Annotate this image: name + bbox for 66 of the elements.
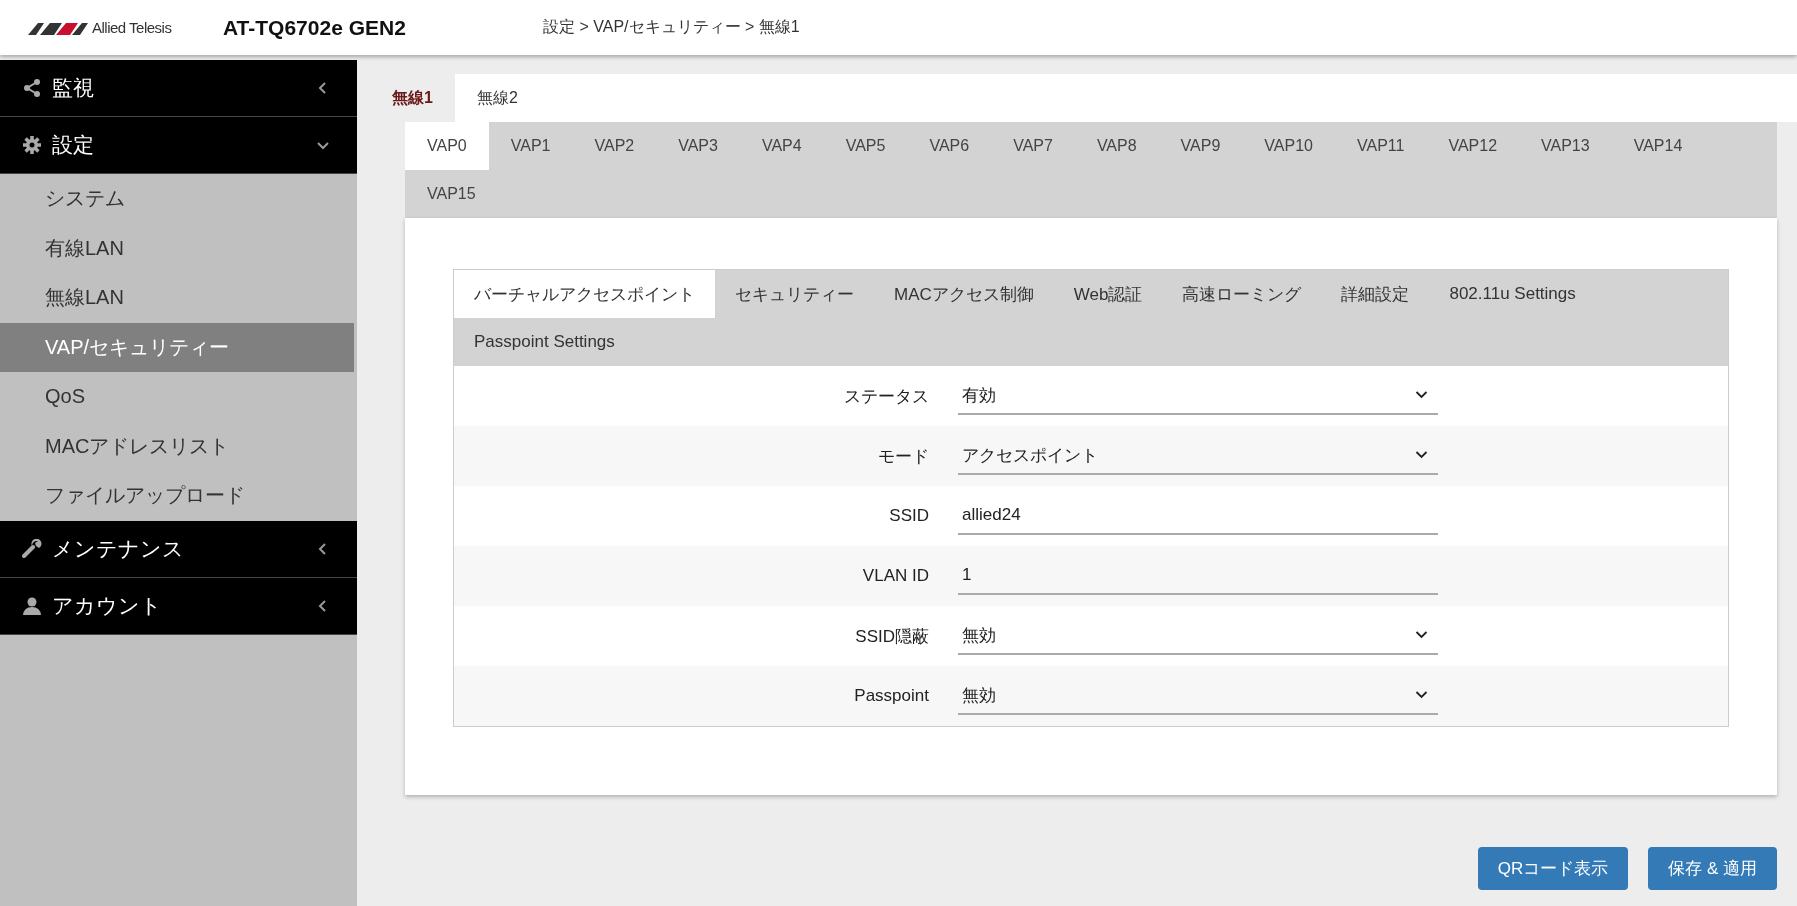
sidebar-item[interactable]: 有線LAN xyxy=(0,223,354,273)
gear-icon xyxy=(22,135,42,155)
sidebar-group[interactable]: アカウント xyxy=(0,577,357,635)
text-field[interactable]: allied24 xyxy=(958,497,1438,535)
sidebar-group[interactable]: メンテナンス xyxy=(0,520,357,578)
vap-tab[interactable]: VAP12 xyxy=(1426,122,1520,170)
wrench-icon xyxy=(22,538,42,559)
vap-tab[interactable]: VAP11 xyxy=(1334,122,1427,170)
chevron-down-icon xyxy=(1415,691,1428,699)
vap-tab[interactable]: VAP1 xyxy=(488,122,573,170)
field-label: モード xyxy=(877,445,929,468)
section-tab[interactable]: Passpoint Settings xyxy=(454,318,635,366)
model-name: AT-TQ6702e GEN2 xyxy=(223,15,407,40)
vap-tab[interactable]: VAP9 xyxy=(1158,122,1243,170)
user-icon xyxy=(22,595,42,616)
section-tab[interactable]: セキュリティー xyxy=(715,270,874,318)
chevron-down-icon xyxy=(1415,391,1428,399)
field-label: SSID xyxy=(888,506,929,526)
action-button[interactable]: 保存 & 適用 xyxy=(1648,847,1777,890)
select-field[interactable]: 無効 xyxy=(958,677,1438,715)
vap-tab[interactable]: VAP10 xyxy=(1242,122,1335,170)
chevron-down-icon xyxy=(1415,631,1428,639)
vap-tab[interactable]: VAP4 xyxy=(739,122,824,170)
action-button[interactable]: QRコード表示 xyxy=(1477,847,1629,890)
vap-tab[interactable]: VAP7 xyxy=(991,122,1075,170)
sidebar-item[interactable]: 無線LAN xyxy=(0,273,354,323)
vap-tab[interactable]: VAP5 xyxy=(823,122,908,170)
vap-tab[interactable]: VAP8 xyxy=(1074,122,1159,170)
sidebar-item[interactable]: QoS xyxy=(0,372,354,422)
vap-tab[interactable]: VAP6 xyxy=(907,122,992,170)
sidebar-group-label: 設定 xyxy=(52,132,95,158)
vap-tab[interactable]: VAP2 xyxy=(572,122,657,170)
logo-text: Allied Telesis xyxy=(92,19,172,36)
vap-tab[interactable]: VAP15 xyxy=(405,170,498,218)
field-label: SSID隠蔽 xyxy=(854,625,929,648)
vap-tab[interactable]: VAP14 xyxy=(1611,122,1705,170)
share-icon xyxy=(22,78,42,98)
section-tab[interactable]: Web認証 xyxy=(1053,270,1163,318)
sidebar-group[interactable]: 設定 xyxy=(0,117,357,174)
select-field[interactable]: 無効 xyxy=(958,617,1438,655)
field-label: Passpoint xyxy=(853,686,929,706)
sidebar-item[interactable]: VAP/セキュリティー xyxy=(0,322,354,372)
field-label: ステータス xyxy=(843,385,929,408)
vap-tab[interactable]: VAP13 xyxy=(1519,122,1612,170)
section-tab[interactable]: 詳細設定 xyxy=(1321,270,1430,318)
sidebar-group[interactable]: 監視 xyxy=(0,60,357,117)
select-field[interactable]: アクセスポイント xyxy=(958,437,1438,475)
field-label: VLAN ID xyxy=(861,566,929,586)
sidebar-group-label: アカウント xyxy=(52,592,163,619)
sidebar-item[interactable]: ファイルアップロード xyxy=(0,471,354,521)
sidebar-group-label: 監視 xyxy=(52,75,95,101)
sidebar-item[interactable]: MACアドレスリスト xyxy=(0,421,354,471)
sidebar-item[interactable]: システム xyxy=(0,174,354,224)
radio-tab[interactable]: 無線1 xyxy=(370,74,455,122)
section-tab[interactable]: MACアクセス制御 xyxy=(874,270,1054,318)
breadcrumb: 設定 > VAP/セキュリティー > 無線1 xyxy=(543,17,800,37)
logo-icon xyxy=(28,20,88,35)
vap-tab[interactable]: VAP3 xyxy=(656,122,740,170)
section-tab[interactable]: バーチャルアクセスポイント xyxy=(454,270,715,318)
text-field[interactable]: 1 xyxy=(958,557,1438,595)
section-tab[interactable]: 高速ローミング xyxy=(1162,270,1322,318)
select-field[interactable]: 有効 xyxy=(958,377,1438,415)
section-tab[interactable]: 802.11u Settings xyxy=(1429,270,1596,318)
chevron-down-icon xyxy=(1415,451,1428,459)
vap-tab[interactable]: VAP0 xyxy=(405,122,489,170)
sidebar-group-label: メンテナンス xyxy=(52,535,185,562)
